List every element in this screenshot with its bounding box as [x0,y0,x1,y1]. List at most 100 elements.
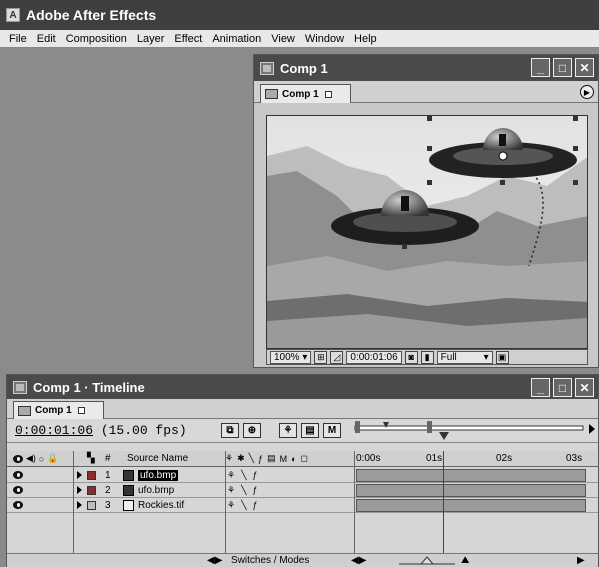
composition-icon [265,89,278,99]
shy-layers-button[interactable]: ⚘ [279,423,297,438]
footage-thumbnail-icon [123,484,134,496]
tab-comp-1[interactable]: Comp 1 [13,401,104,419]
composition-viewer[interactable] [266,115,588,349]
effect-icon[interactable]: ƒ [253,500,258,510]
time-navigator[interactable] [353,420,597,442]
switches-modes-toggle[interactable]: Switches / Modes [231,554,309,567]
region-of-interest-icon[interactable]: ▣ [495,350,509,364]
eye-icon[interactable] [13,483,23,497]
timeline-time-display[interactable]: 0:00:01:06 (15.00 fps) [15,423,187,438]
adjustment-icon: ◐ [291,453,297,464]
minimize-button[interactable]: _ [531,58,550,77]
expand-triangle-icon[interactable] [77,483,82,497]
layer-source[interactable]: ufo.bmp [123,483,174,497]
toggle-arrows-icon[interactable]: ◀▶ [207,554,222,567]
layer-label-color[interactable] [87,483,96,497]
switches-header: ⚘ ✱ ╲ ƒ ▤ M ◐ ◻ [225,451,308,466]
zoom-slider[interactable] [397,554,457,567]
effect-icon[interactable]: ƒ [253,470,258,480]
layer-name[interactable]: Rockies.tif [138,500,184,511]
snapshot-icon[interactable]: ◙ [404,350,418,364]
menu-help[interactable]: Help [349,33,382,45]
column-divider [225,451,226,553]
layer-source[interactable]: ufo.bmp [123,468,179,482]
number-header: # [105,453,111,464]
current-time-indicator[interactable] [443,451,444,553]
minimize-button[interactable]: _ [531,378,550,397]
shy-icon[interactable]: ⚘ [227,485,235,496]
close-button[interactable]: ✕ [575,58,594,77]
tab-close-icon[interactable] [324,90,332,98]
layer-source[interactable]: Rockies.tif [123,498,184,512]
motion-blur-button[interactable]: M [323,423,341,438]
expand-triangle-icon[interactable] [77,468,82,482]
tab-label: Comp 1 [282,88,319,100]
live-update-button[interactable]: ⊕ [243,423,261,438]
shy-icon[interactable]: ⚘ [227,470,235,481]
av-features-header: ◀) ○ 🔒 [13,451,59,466]
shy-icon[interactable]: ⚘ [227,500,235,511]
comp-tab-row: Comp 1 ▶ [254,81,598,103]
menu-effect[interactable]: Effect [169,33,207,45]
comp-window-titlebar[interactable]: Comp 1 _ □ ✕ [254,55,598,81]
comp-window: Comp 1 _ □ ✕ Comp 1 ▶ 100% ▾ ⊞ ◿ 0:00:01… [253,54,599,368]
layer-label-color[interactable] [87,468,96,482]
layer-duration-bar[interactable] [356,484,586,497]
menu-edit[interactable]: Edit [32,33,61,45]
maximize-button[interactable]: □ [553,58,572,77]
frame-rate: (15.00 fps) [100,423,187,438]
layer-name[interactable]: ufo.bmp [138,485,174,496]
3d-icon: ◻ [300,453,308,463]
layer-row[interactable]: 3 Rockies.tif ⚘ ╲ ƒ [7,498,598,513]
close-button[interactable]: ✕ [575,378,594,397]
zoom-arrows-icon[interactable]: ◀▶ [351,554,366,567]
quality-icon[interactable]: ╲ [241,470,246,481]
comp-timecode: 0:00:01:06 [350,351,398,363]
quality-icon[interactable]: ╲ [241,500,246,511]
source-name-header[interactable]: Source Name [127,451,188,466]
menu-animation[interactable]: Animation [207,33,266,45]
app-title: Adobe After Effects [26,7,157,23]
collapse-icon: ✱ [237,453,245,463]
layer-duration-bar[interactable] [356,499,586,512]
footage-thumbnail-icon [123,499,134,511]
effect-icon[interactable]: ƒ [253,485,258,495]
layer-name[interactable]: ufo.bmp [138,469,179,481]
speaker-icon: ◀) [26,453,36,463]
menu-composition[interactable]: Composition [61,33,132,45]
channel-icon[interactable]: ▮ [420,350,434,364]
scroll-right-icon[interactable]: ▶ [577,554,585,567]
solo-icon: ○ [38,453,45,464]
comp-family-button[interactable]: ⧉ [221,423,239,438]
timeline-titlebar[interactable]: Comp 1 · Timeline _ □ ✕ [7,375,598,399]
zoom-select[interactable]: 100% ▾ [270,350,312,364]
zoom-in-icon[interactable]: ⛰ [461,554,469,567]
eye-icon[interactable] [13,498,23,512]
panel-menu-button[interactable]: ▶ [580,85,594,99]
composition-icon [18,405,31,416]
tab-close-icon[interactable] [77,407,85,414]
tab-comp-1[interactable]: Comp 1 [260,84,351,103]
layer-switches[interactable]: ⚘ ╲ ƒ [227,498,258,512]
menu-file[interactable]: File [4,33,32,45]
layer-switches[interactable]: ⚘ ╲ ƒ [227,468,258,482]
current-time-display[interactable]: 0:00:01:06 [346,350,402,364]
expand-triangle-icon[interactable] [77,498,82,512]
eye-icon[interactable] [13,468,23,482]
menu-view[interactable]: View [266,33,300,45]
layer-duration-bar[interactable] [356,469,586,482]
time-ruler[interactable]: 0:00s 01s 02s 03s [356,451,596,466]
maximize-button[interactable]: □ [553,378,572,397]
menu-bar: File Edit Composition Layer Effect Anima… [0,30,599,48]
menu-layer[interactable]: Layer [132,33,170,45]
layer-row[interactable]: 1 ufo.bmp ⚘ ╲ ƒ [7,468,598,483]
layer-switches[interactable]: ⚘ ╲ ƒ [227,483,258,497]
safe-zones-icon[interactable]: ⊞ [314,350,328,364]
menu-window[interactable]: Window [300,33,349,45]
layer-label-color[interactable] [87,498,96,512]
quality-icon[interactable]: ╲ [241,485,246,496]
mask-icon[interactable]: ◿ [330,350,344,364]
layer-row[interactable]: 2 ufo.bmp ⚘ ╲ ƒ [7,483,598,498]
resolution-select[interactable]: Full ▾ [436,350,493,364]
frame-blending-button[interactable]: ▤ [301,423,319,438]
